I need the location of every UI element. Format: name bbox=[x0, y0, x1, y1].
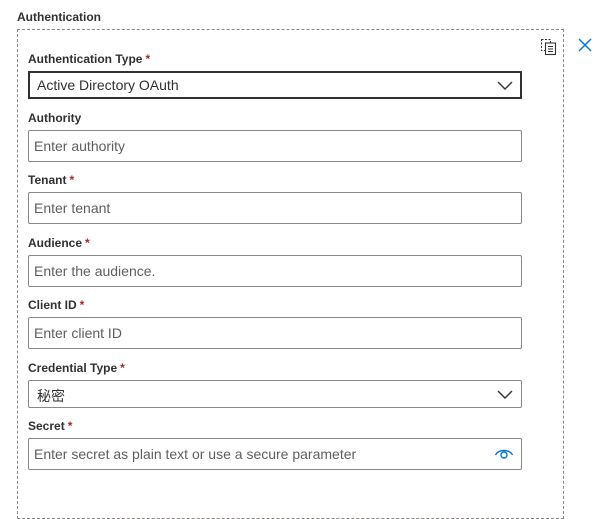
eye-icon[interactable] bbox=[494, 446, 514, 460]
credential-type-dropdown[interactable]: 秘密 bbox=[28, 380, 522, 408]
close-icon[interactable] bbox=[577, 37, 593, 53]
authority-input[interactable] bbox=[28, 130, 522, 162]
credential-type-label: Credential Type * bbox=[28, 361, 125, 375]
auth-type-value: Active Directory OAuth bbox=[37, 77, 179, 93]
copy-icon[interactable] bbox=[540, 38, 558, 56]
chevron-down-icon bbox=[497, 81, 513, 90]
tenant-label: Tenant * bbox=[28, 173, 75, 187]
required-marker: * bbox=[145, 52, 151, 66]
secret-label: Secret * bbox=[28, 419, 73, 433]
client-id-input[interactable] bbox=[28, 317, 522, 349]
credential-type-value: 秘密 bbox=[37, 388, 65, 404]
required-marker: * bbox=[67, 419, 73, 433]
required-marker: * bbox=[120, 361, 125, 375]
secret-input[interactable] bbox=[28, 438, 522, 470]
tenant-input[interactable] bbox=[28, 192, 522, 224]
audience-input[interactable] bbox=[28, 255, 522, 287]
section-title: Authentication bbox=[17, 10, 101, 24]
audience-label: Audience * bbox=[28, 236, 90, 250]
client-id-label: Client ID * bbox=[28, 298, 85, 312]
auth-type-label: Authentication Type * bbox=[28, 52, 151, 66]
auth-type-dropdown[interactable]: Active Directory OAuth bbox=[28, 71, 522, 99]
authority-label: Authority bbox=[28, 111, 82, 125]
required-marker: * bbox=[79, 298, 85, 312]
chevron-down-icon bbox=[497, 390, 513, 399]
required-marker: * bbox=[69, 173, 75, 187]
required-marker: * bbox=[85, 236, 90, 250]
